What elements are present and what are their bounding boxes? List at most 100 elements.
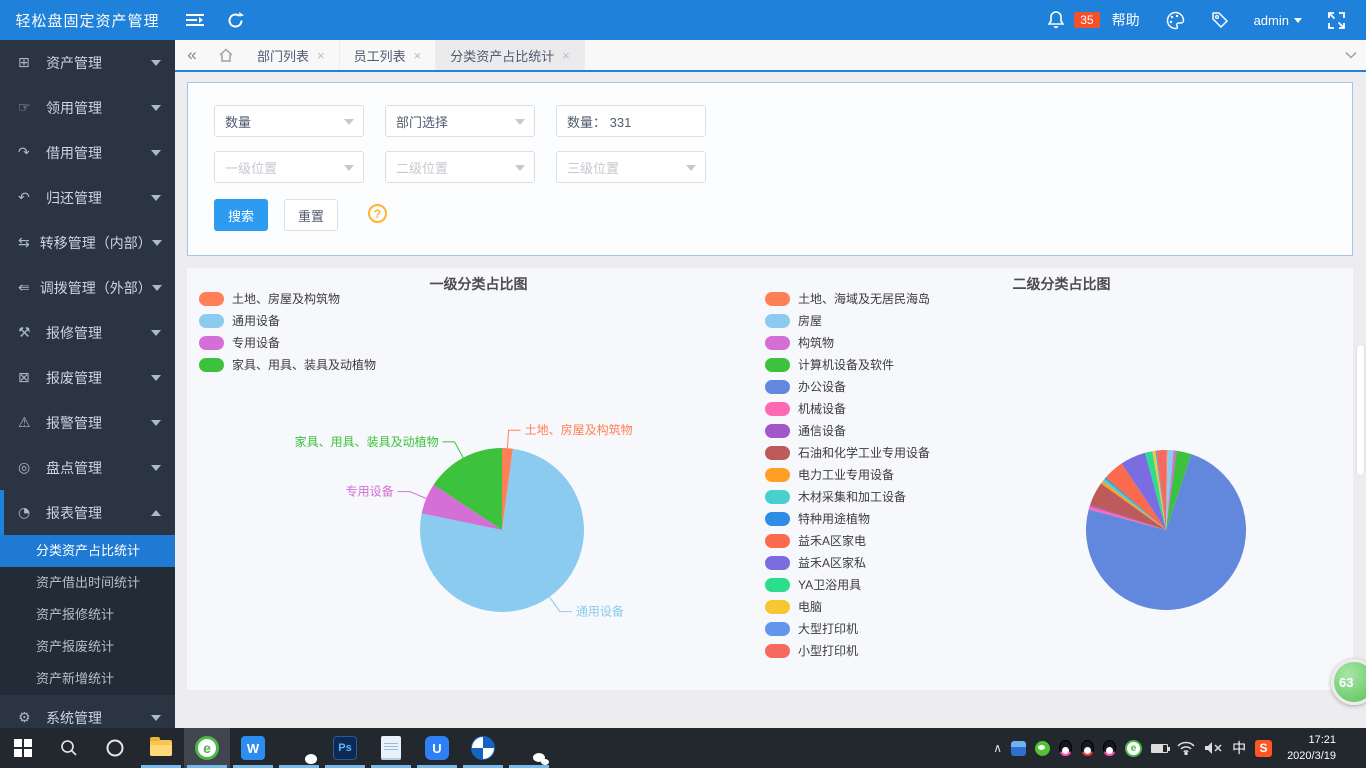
volume-muted-icon[interactable] <box>1204 741 1223 755</box>
sidebar-item-转移管理（内部）[interactable]: ⇆转移管理（内部） <box>0 220 175 265</box>
location-level1-select[interactable]: 一级位置 <box>214 151 364 183</box>
help-link[interactable]: 帮助 <box>1112 10 1140 30</box>
tray-expand-icon-glyph: ∧ <box>993 741 1002 755</box>
sidebar-item-系统管理[interactable]: ⚙系统管理 <box>0 695 175 728</box>
home-tab-icon[interactable] <box>209 40 243 70</box>
sogou-icon[interactable]: S <box>1255 740 1272 757</box>
sidebar-item-label: 报废管理 <box>46 368 151 388</box>
scrollbar-thumb[interactable] <box>1357 345 1364 475</box>
pie-label: 家具、用具、装具及动植物 <box>295 434 439 449</box>
pie-chart-1[interactable]: 土地、房屋及构筑物通用设备专用设备家具、用具、装具及动植物 <box>187 268 770 688</box>
inventory-magnifier-icon: ◎ <box>18 460 36 476</box>
sidebar-item-label: 报警管理 <box>46 413 151 433</box>
stat-type-select[interactable]: 数量 <box>214 105 364 137</box>
chevron-down-icon <box>515 165 525 171</box>
tabs-collapse-icon[interactable] <box>1336 40 1366 70</box>
quantity-field[interactable]: 数量： 331 <box>556 105 706 137</box>
tray-expand-icon[interactable]: ∧ <box>993 741 1002 755</box>
baofeng-bear-icon[interactable] <box>276 728 322 768</box>
sidebar-item-报废管理[interactable]: ⊠报废管理 <box>0 355 175 400</box>
menu-icon[interactable] <box>175 0 215 40</box>
chevron-down-icon <box>515 119 525 125</box>
tab-close-icon[interactable]: × <box>317 48 325 63</box>
cloud-box-icon[interactable] <box>1011 741 1026 756</box>
sidebar-subitem-资产借出时间统计[interactable]: 资产借出时间统计 <box>0 567 175 599</box>
sidebar-subitem-资产报修统计[interactable]: 资产报修统计 <box>0 599 175 631</box>
taskbar-clock[interactable]: 17:21 2020/3/19 <box>1281 732 1344 765</box>
notification-badge[interactable]: 35 <box>1074 12 1099 28</box>
chevron-down-icon <box>151 375 161 381</box>
qq-account-2-icon[interactable] <box>1081 740 1094 756</box>
start-button[interactable] <box>0 728 46 768</box>
chevron-down-icon <box>344 119 354 125</box>
app-title: 轻松盘固定资产管理 <box>0 10 175 31</box>
sidebar-item-报修管理[interactable]: ⚒报修管理 <box>0 310 175 355</box>
search-icon[interactable] <box>46 728 92 768</box>
tray-360-icon[interactable]: e <box>1125 740 1142 757</box>
tabs-scroll-left-icon[interactable]: « <box>175 40 209 70</box>
clock-date: 2020/3/19 <box>1287 748 1336 765</box>
uzer-icon[interactable]: U <box>414 728 460 768</box>
wps-icon[interactable]: W <box>230 728 276 768</box>
qq-account-3-icon[interactable] <box>1103 740 1116 756</box>
help-circle-icon[interactable]: ? <box>368 204 387 223</box>
chevron-down-icon <box>686 165 696 171</box>
sidebar-item-label: 转移管理（内部） <box>40 233 152 253</box>
pie-label: 土地、房屋及构筑物 <box>525 422 633 437</box>
ime-indicator[interactable]: 中 <box>1232 738 1246 758</box>
sidebar-item-报警管理[interactable]: ⚠报警管理 <box>0 400 175 445</box>
bell-icon[interactable] <box>1036 0 1076 40</box>
sidebar-subitem-资产新增统计[interactable]: 资产新增统计 <box>0 663 175 695</box>
file-explorer-icon[interactable] <box>138 728 184 768</box>
sidebar-item-label: 借用管理 <box>46 143 151 163</box>
sidebar-item-归还管理[interactable]: ↶归还管理 <box>0 175 175 220</box>
tab-部门列表[interactable]: 部门列表× <box>243 40 340 70</box>
cortana-icon[interactable] <box>92 728 138 768</box>
pie-label-line <box>398 492 427 499</box>
sidebar-item-label: 领用管理 <box>46 98 151 118</box>
palette-icon[interactable] <box>1156 0 1196 40</box>
sidebar-subitem-资产报废统计[interactable]: 资产报废统计 <box>0 631 175 663</box>
wifi-icon[interactable] <box>1177 741 1195 755</box>
reset-button[interactable]: 重置 <box>284 199 338 231</box>
wechat-tray-icon-glyph <box>1035 741 1050 756</box>
sidebar-subitem-分类资产占比统计[interactable]: 分类资产占比统计 <box>0 535 175 567</box>
qq-account-1-icon[interactable] <box>1059 740 1072 756</box>
search-button[interactable]: 搜索 <box>214 199 268 231</box>
tab-close-icon[interactable]: × <box>562 48 570 63</box>
user-menu[interactable]: admin <box>1254 13 1302 28</box>
browser-360-icon[interactable]: e <box>184 728 230 768</box>
wechat-tray-icon[interactable] <box>1035 741 1050 756</box>
notepad-icon-glyph <box>381 736 401 760</box>
battery-icon-glyph <box>1151 744 1168 753</box>
tab-close-icon[interactable]: × <box>414 48 422 63</box>
sidebar-item-label: 归还管理 <box>46 188 151 208</box>
sogou-icon-glyph: S <box>1255 740 1272 757</box>
photoshop-icon[interactable]: Ps <box>322 728 368 768</box>
wechat-icon[interactable] <box>506 728 552 768</box>
chevron-down-icon <box>151 195 161 201</box>
department-select[interactable]: 部门选择 <box>385 105 535 137</box>
sidebar-item-label: 报修管理 <box>46 323 151 343</box>
sidebar-item-盘点管理[interactable]: ◎盘点管理 <box>0 445 175 490</box>
fullscreen-icon[interactable] <box>1316 0 1356 40</box>
refresh-icon[interactable] <box>215 0 255 40</box>
location-level2-select[interactable]: 二级位置 <box>385 151 535 183</box>
sidebar-item-报表管理[interactable]: ◔报表管理 <box>0 490 175 535</box>
taskbar-apps: eW Ps U <box>0 728 552 768</box>
battery-icon[interactable] <box>1151 744 1168 753</box>
sidebar-item-领用管理[interactable]: ☞领用管理 <box>0 85 175 130</box>
sidebar-item-调拨管理（外部）[interactable]: ⇚调拨管理（外部） <box>0 265 175 310</box>
pinwheel-app-icon[interactable] <box>460 728 506 768</box>
tab-员工列表[interactable]: 员工列表× <box>340 40 437 70</box>
tag-icon[interactable] <box>1200 0 1240 40</box>
pie-chart-2[interactable] <box>770 268 1353 688</box>
tab-bar: « 部门列表×员工列表×分类资产占比统计× <box>175 40 1366 72</box>
tab-分类资产占比统计[interactable]: 分类资产占比统计× <box>436 40 585 70</box>
chevron-down-icon <box>151 330 161 336</box>
sidebar-item-借用管理[interactable]: ↷借用管理 <box>0 130 175 175</box>
chevron-down-icon <box>151 465 161 471</box>
location-level3-select[interactable]: 三级位置 <box>556 151 706 183</box>
sidebar-item-资产管理[interactable]: ⊞资产管理 <box>0 40 175 85</box>
notepad-icon[interactable] <box>368 728 414 768</box>
